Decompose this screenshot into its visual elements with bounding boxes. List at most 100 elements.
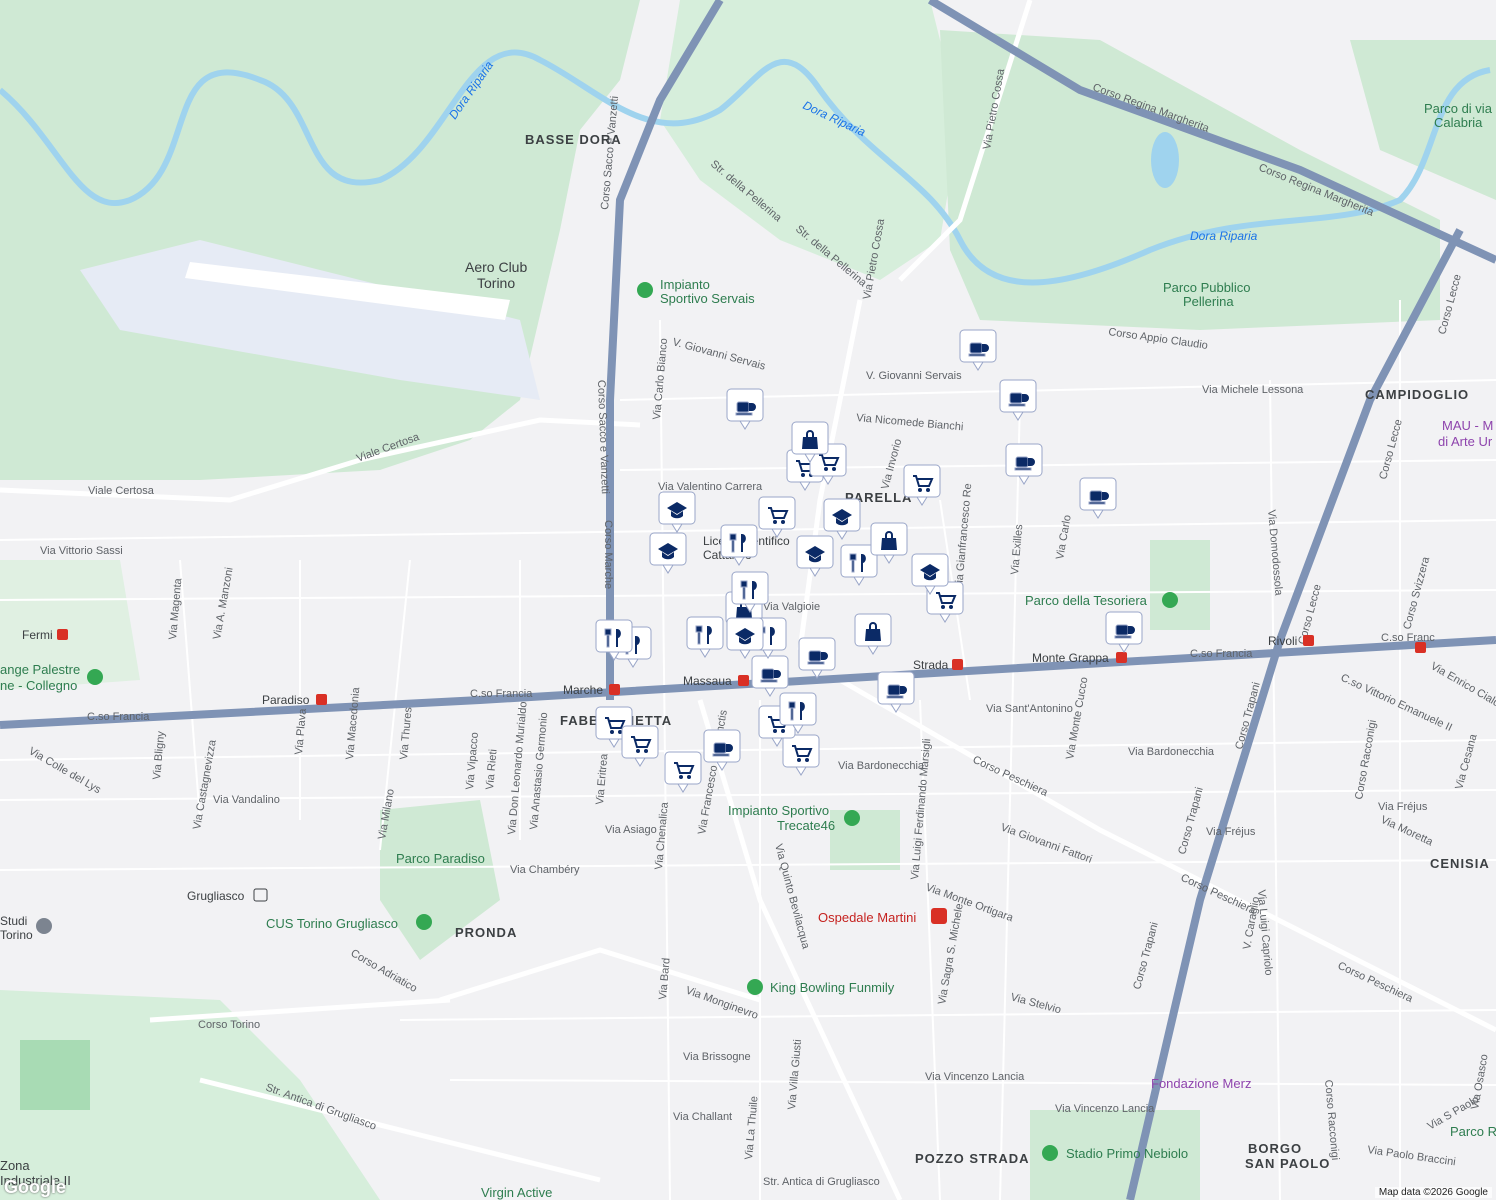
svg-text:Strada: Strada — [913, 658, 949, 672]
svg-text:Via A. Manzoni: Via A. Manzoni — [211, 566, 236, 640]
place-label: di Arte Ur — [1438, 434, 1493, 449]
svg-text:Via Paolo Braccini: Via Paolo Braccini — [1367, 1144, 1457, 1168]
place-label: MAU - M — [1442, 418, 1493, 433]
metro-icon — [609, 684, 620, 695]
park-icon — [1162, 592, 1178, 608]
place-label: Grugliasco — [187, 889, 245, 903]
place-label: Pellerina — [1183, 294, 1234, 309]
svg-text:Via Chenalica: Via Chenalica — [653, 801, 671, 870]
metro-icon — [57, 629, 68, 640]
place-label: King Bowling Funmily — [770, 980, 895, 995]
svg-text:Via Don Leonardo Murialdo: Via Don Leonardo Murialdo — [506, 701, 530, 835]
svg-text:Corso Marche: Corso Marche — [602, 520, 614, 589]
shopping-bag-pin[interactable] — [854, 613, 892, 655]
svg-text:Via Fréjus: Via Fréjus — [1206, 826, 1256, 838]
svg-text:Via Vincenzo Lancia: Via Vincenzo Lancia — [1055, 1103, 1155, 1115]
area-label-borgo: BORGO — [1248, 1141, 1302, 1156]
place-label: Impianto — [660, 277, 710, 292]
school-pin[interactable] — [726, 617, 764, 659]
svg-text:Via Valentino Carrera: Via Valentino Carrera — [658, 481, 763, 493]
cafe-pin[interactable] — [1079, 477, 1117, 519]
place-label: Parco Paradiso — [396, 851, 485, 866]
svg-text:Paradiso: Paradiso — [262, 693, 310, 707]
cafe-pin[interactable] — [1105, 611, 1143, 653]
cafe-icon — [1088, 490, 1109, 505]
svg-text:Via Sant'Antonino: Via Sant'Antonino — [986, 703, 1073, 715]
svg-text:Via Bardonecchia: Via Bardonecchia — [838, 760, 925, 772]
cafe-pin[interactable] — [999, 379, 1037, 421]
svg-text:Via Vandalino: Via Vandalino — [213, 794, 280, 806]
svg-text:Via Challant: Via Challant — [673, 1111, 732, 1123]
svg-text:Corso Sacco e Vanzetti: Corso Sacco e Vanzetti — [599, 96, 621, 211]
cafe-icon — [886, 684, 907, 699]
google-logo: Google — [4, 1177, 66, 1197]
area-label-campidoglio: CAMPIDOGLIO — [1365, 387, 1469, 402]
metro-icon — [1415, 642, 1426, 653]
svg-text:Via Bardonecchia: Via Bardonecchia — [1128, 746, 1215, 758]
place-label: Parco R — [1450, 1124, 1496, 1139]
map-attribution[interactable]: Map data ©2026 Google — [1374, 1187, 1492, 1198]
cafe-icon — [712, 742, 733, 757]
svg-text:V. Giovanni Servais: V. Giovanni Servais — [866, 370, 962, 382]
place-label: Aero Club — [465, 259, 527, 275]
svg-text:Massaua: Massaua — [683, 674, 732, 688]
svg-text:Corso Trapani: Corso Trapani — [1176, 786, 1205, 856]
svg-text:Via Giovanni Fattori: Via Giovanni Fattori — [999, 822, 1094, 866]
place-label: Calabria — [1434, 115, 1483, 130]
svg-text:Via Anastasio Germonio: Via Anastasio Germonio — [528, 712, 550, 830]
shopping-cart-pin[interactable] — [758, 496, 796, 538]
cafe-pin[interactable] — [726, 388, 764, 430]
svg-text:Via Carlo: Via Carlo — [1054, 514, 1074, 560]
svg-text:Via Nicomede Bianchi: Via Nicomede Bianchi — [856, 412, 964, 433]
cafe-pin[interactable] — [751, 655, 789, 697]
svg-text:Via Villa Giusti: Via Villa Giusti — [786, 1039, 804, 1110]
lake — [1151, 132, 1179, 188]
svg-text:Via Vittorio Sassi: Via Vittorio Sassi — [40, 545, 123, 557]
cafe-pin[interactable] — [798, 637, 836, 679]
svg-text:Marche: Marche — [563, 683, 603, 697]
train-icon — [253, 888, 268, 902]
cafe-icon — [1014, 456, 1035, 471]
place-label: Impianto Sportivo — [728, 803, 829, 818]
area-label-pozzo-strada: POZZO STRADA — [915, 1151, 1030, 1166]
place-label: Torino — [0, 928, 33, 942]
svg-text:Corso Appio Claudio: Corso Appio Claudio — [1108, 326, 1209, 352]
shopping-cart-pin[interactable] — [621, 725, 659, 767]
shopping-cart-pin[interactable] — [782, 734, 820, 776]
place-label: Virgin Active — [481, 1185, 552, 1200]
map-canvas[interactable]: BASSE DORA PARELLA CAMPIDOGLIO CENISIA F… — [0, 0, 1496, 1200]
svg-text:Monte Grappa: Monte Grappa — [1032, 651, 1109, 665]
svg-text:Via Fréjus: Via Fréjus — [1378, 801, 1428, 813]
svg-text:Corso Trapani: Corso Trapani — [1131, 921, 1160, 991]
school-pin[interactable] — [658, 491, 696, 533]
park-icon — [87, 669, 103, 685]
place-label: ange Palestre — [0, 662, 80, 677]
place-label: Zona — [0, 1158, 30, 1173]
metro-icon — [316, 694, 327, 705]
svg-text:Via Carlo Bianco: Via Carlo Bianco — [651, 338, 670, 420]
svg-text:C.so Francia: C.so Francia — [470, 688, 533, 700]
cafe-icon — [968, 342, 989, 357]
place-label: Torino — [477, 275, 515, 291]
metro-icon — [952, 659, 963, 670]
svg-text:Via Vincenzo Lancia: Via Vincenzo Lancia — [925, 1071, 1025, 1083]
school-pin[interactable] — [796, 535, 834, 577]
svg-text:Via Valgioie: Via Valgioie — [763, 601, 820, 613]
school-pin[interactable] — [823, 498, 861, 540]
svg-text:C.so Franc: C.so Franc — [1381, 632, 1435, 644]
svg-text:Via Eritrea: Via Eritrea — [594, 752, 610, 805]
shopping-cart-pin[interactable] — [664, 751, 702, 793]
park-icon — [844, 810, 860, 826]
restaurant-pin[interactable] — [686, 616, 724, 658]
area-label-pronda: PRONDA — [455, 925, 517, 940]
school-pin[interactable] — [649, 532, 687, 574]
cafe-icon — [807, 650, 828, 665]
svg-text:Rivoli: Rivoli — [1268, 634, 1297, 648]
svg-text:Via Bard: Via Bard — [657, 957, 673, 1000]
svg-text:Via Invorio: Via Invorio — [879, 438, 904, 491]
svg-text:Via La Thuile: Via La Thuile — [743, 1096, 761, 1161]
cafe-pin[interactable] — [1005, 443, 1043, 485]
place-label: ne - Collegno — [0, 678, 77, 693]
cafe-pin[interactable] — [959, 329, 997, 371]
svg-text:Viale Certosa: Viale Certosa — [88, 485, 155, 497]
